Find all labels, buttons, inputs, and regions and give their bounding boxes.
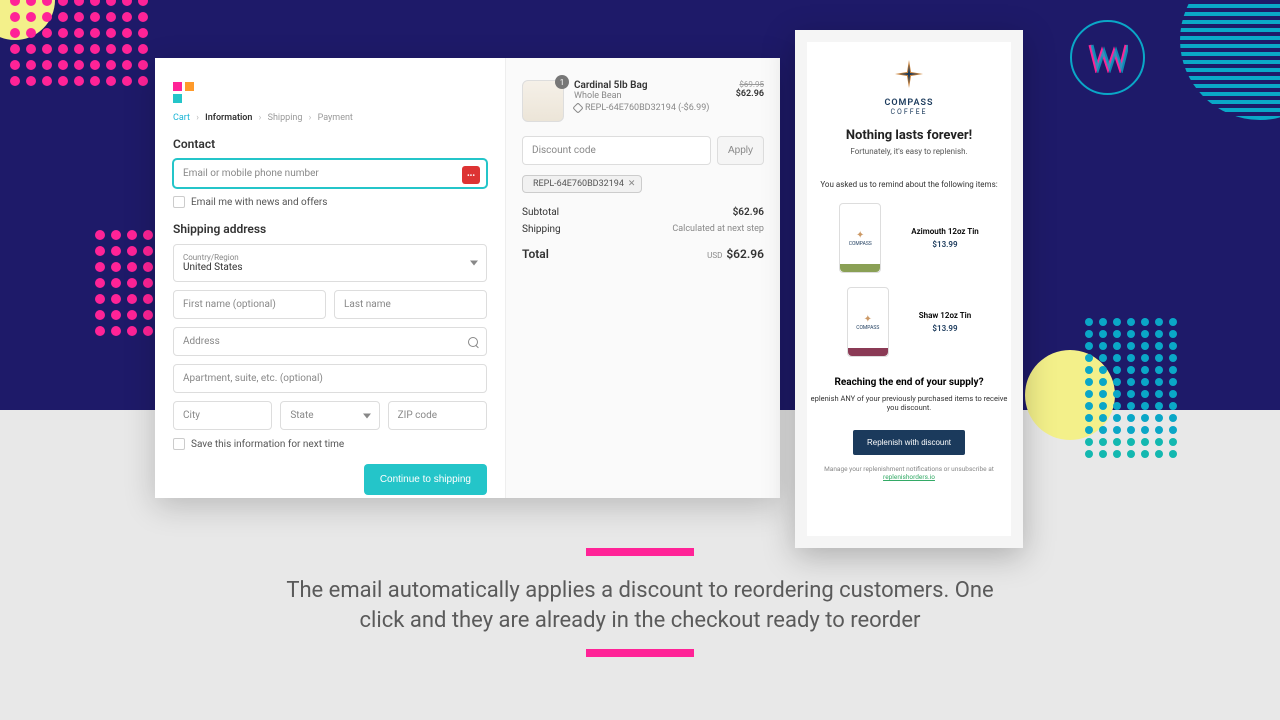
contact-heading: Contact <box>173 137 487 151</box>
email-subhead: Fortunately, it's easy to replenish. <box>807 147 1011 156</box>
product-image: ✦COMPASS <box>847 287 889 357</box>
breadcrumb-shipping: Shipping <box>268 113 303 123</box>
breadcrumb-info: Information <box>205 113 252 123</box>
checkbox-icon[interactable] <box>173 196 185 208</box>
store-logo <box>173 82 195 103</box>
decor-dots <box>10 0 148 86</box>
tin-band <box>840 264 880 272</box>
apply-button[interactable]: Apply <box>717 136 764 165</box>
country-value: United States <box>183 262 243 273</box>
last-name-field[interactable]: Last name <box>334 290 487 319</box>
subtotal-value: $62.96 <box>733 207 764 218</box>
city-placeholder: City <box>183 410 200 421</box>
footer-link[interactable]: replenishorders.io <box>883 473 935 481</box>
newsletter-label: Email me with news and offers <box>191 197 327 208</box>
last-name-placeholder: Last name <box>344 299 391 310</box>
caption-section: The email automatically applies a discou… <box>0 548 1280 657</box>
footer-text: Manage your replenishment notifications … <box>824 465 994 473</box>
brand-name: COMPASS <box>807 98 1011 108</box>
total-value: $62.96 <box>726 247 764 261</box>
save-info-label: Save this information for next time <box>191 439 344 450</box>
tag-icon <box>572 102 583 113</box>
address-placeholder: Address <box>183 336 220 347</box>
city-field[interactable]: City <box>173 401 272 430</box>
qty-badge: 1 <box>555 75 569 89</box>
first-name-placeholder: First name (optional) <box>183 299 276 310</box>
email-headline: Nothing lasts forever! <box>807 128 1011 143</box>
product-image: ✦COMPASS <box>839 203 881 273</box>
uw-logo <box>1070 20 1145 95</box>
checkbox-icon[interactable] <box>173 438 185 450</box>
chevron-down-icon <box>470 261 478 266</box>
email-product-price: $13.99 <box>911 240 979 249</box>
country-label: Country/Region <box>183 253 477 262</box>
password-manager-icon[interactable]: ••• <box>462 166 480 184</box>
zip-field[interactable]: ZIP code <box>388 401 487 430</box>
total-label: Total <box>522 247 549 261</box>
email-placeholder: Email or mobile phone number <box>183 168 319 179</box>
discount-input[interactable]: Discount code <box>522 136 711 165</box>
breadcrumb-payment: Payment <box>318 113 353 123</box>
replenish-button[interactable]: Replenish with discount <box>853 430 965 455</box>
subtotal-label: Subtotal <box>522 207 559 218</box>
price-now: $62.96 <box>736 89 764 99</box>
continue-button[interactable]: Continue to shipping <box>364 464 487 495</box>
newsletter-checkbox-row[interactable]: Email me with news and offers <box>173 196 487 208</box>
email-product-price: $13.99 <box>919 324 971 333</box>
checkout-form: Cart › Information › Shipping › Payment … <box>155 58 505 498</box>
apartment-field[interactable]: Apartment, suite, etc. (optional) <box>173 364 487 393</box>
product-row: 1 Cardinal 5lb Bag Whole Bean REPL-64E76… <box>522 80 764 122</box>
country-select[interactable]: Country/Region United States <box>173 244 487 282</box>
remove-discount-icon[interactable]: ✕ <box>628 179 636 189</box>
accent-bar <box>586 649 694 657</box>
caption-text: The email automatically applies a discou… <box>270 576 1010 635</box>
decor-dots <box>1085 318 1179 458</box>
state-placeholder: State <box>290 410 313 421</box>
breadcrumb: Cart › Information › Shipping › Payment <box>173 113 487 123</box>
brand-sub: COFFEE <box>807 108 1011 116</box>
save-info-checkbox-row[interactable]: Save this information for next time <box>173 438 487 450</box>
shipping-heading: Shipping address <box>173 222 487 236</box>
email-body: eplenish ANY of your previously purchase… <box>807 394 1011 412</box>
applied-code: REPL-64E760BD32194 <box>533 179 624 189</box>
apartment-placeholder: Apartment, suite, etc. (optional) <box>183 373 323 384</box>
first-name-field[interactable]: First name (optional) <box>173 290 326 319</box>
product-discount-tag: REPL-64E760BD32194 (-$6.99) <box>574 103 726 113</box>
email-field[interactable]: Email or mobile phone number ••• <box>173 159 487 188</box>
email-product-name: Azimouth 12oz Tin <box>911 227 979 236</box>
price-was: $69.95 <box>736 80 764 89</box>
email-footer: Manage your replenishment notifications … <box>807 465 1011 481</box>
email-reminder: You asked us to remind about the followi… <box>807 180 1011 189</box>
order-summary: 1 Cardinal 5lb Bag Whole Bean REPL-64E76… <box>505 58 780 498</box>
zip-placeholder: ZIP code <box>398 410 437 421</box>
discount-tag-text: REPL-64E760BD32194 (-$6.99) <box>585 103 709 113</box>
chevron-down-icon <box>363 413 371 418</box>
shipping-label: Shipping <box>522 224 561 235</box>
discount-placeholder: Discount code <box>532 145 596 156</box>
compass-logo-icon <box>893 58 925 90</box>
checkout-card: Cart › Information › Shipping › Payment … <box>155 58 780 498</box>
product-variant: Whole Bean <box>574 91 726 101</box>
breadcrumb-cart[interactable]: Cart <box>173 113 190 123</box>
email-product-name: Shaw 12oz Tin <box>919 311 971 320</box>
email-question: Reaching the end of your supply? <box>807 377 1011 388</box>
tin-band <box>848 348 888 356</box>
address-field[interactable]: Address <box>173 327 487 356</box>
product-name: Cardinal 5lb Bag <box>574 80 726 91</box>
accent-bar <box>586 548 694 556</box>
search-icon <box>468 337 478 347</box>
state-select[interactable]: State <box>280 401 379 430</box>
applied-discount-chip: REPL-64E760BD32194 ✕ <box>522 175 642 193</box>
email-product-row: ✦COMPASS Shaw 12oz Tin $13.99 <box>807 287 1011 357</box>
total-currency: USD <box>707 251 722 260</box>
shipping-value: Calculated at next step <box>672 224 764 235</box>
product-thumbnail: 1 <box>522 80 564 122</box>
email-product-row: ✦COMPASS Azimouth 12oz Tin $13.99 <box>807 203 1011 273</box>
email-preview-card: COMPASS COFFEE Nothing lasts forever! Fo… <box>795 30 1023 548</box>
